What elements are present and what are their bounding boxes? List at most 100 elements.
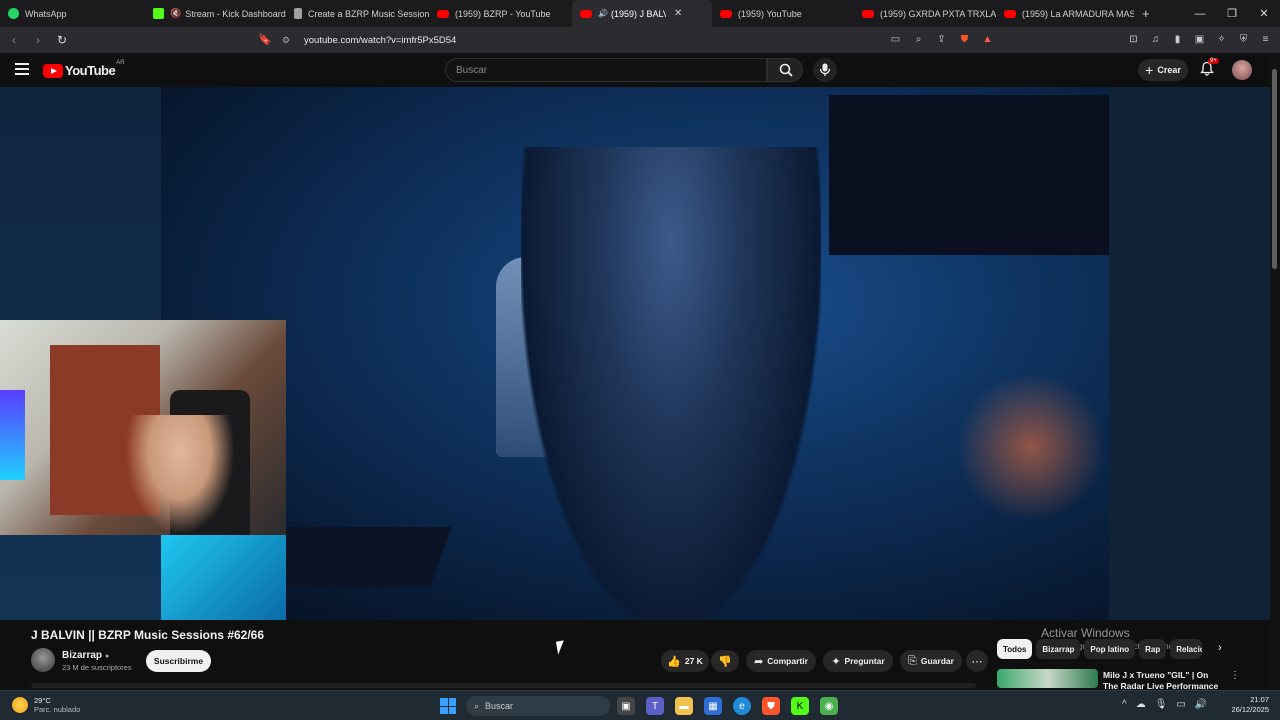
chip-pop-latino[interactable]: Pop latino [1084,639,1136,659]
minimize-icon[interactable]: — [1184,8,1216,20]
forward-icon[interactable]: › [28,33,48,47]
dislike-button[interactable]: 👎 [711,650,739,672]
tab-whatsapp[interactable]: WhatsApp [0,0,145,27]
tab-create-bzrp[interactable]: Create a BZRP Music Sessions [286,0,429,27]
recommendation-title[interactable]: Milo J x Trueno "GIL" | On The Radar Liv… [1103,670,1223,689]
tab-bzrp-youtube[interactable]: (1959) BZRP - YouTube [429,0,572,27]
country-code: AR [116,60,125,66]
sidebar-icon[interactable]: ▮ [1171,33,1184,46]
site-info-icon[interactable]: ⚙ [282,35,294,46]
vpn-icon[interactable]: ⛨ [1237,33,1250,46]
taskbar-search[interactable]: ⌕ Buscar [466,696,610,716]
search-icon [779,63,793,77]
tab-armadura[interactable]: (1959) La ARMADURA MAS RA [996,0,1134,27]
volume-icon[interactable]: 🔊 [1195,699,1207,710]
microphone-icon [819,63,831,76]
tab-jbalvin-active[interactable]: 🔊 (1959) J BALVIN || BZRP ✕ [572,0,712,27]
restore-icon[interactable]: ❐ [1216,7,1248,20]
menu-icon[interactable]: ≡ [1259,33,1272,46]
account-avatar[interactable] [1232,60,1252,80]
youtube-icon [437,9,449,18]
weather-widget[interactable]: 29°C Parc. nublado [12,696,80,714]
video-player[interactable] [0,87,1270,620]
lamp-glow [961,367,1101,527]
recommendation-more-icon[interactable]: ⋮ [1230,670,1240,681]
background-monitor [829,95,1109,255]
more-actions-button[interactable]: ⋯ [966,650,988,672]
subscribe-button[interactable]: Suscribirme [146,650,211,672]
share-icon[interactable]: ⇪ [935,33,948,46]
share-arrow-icon: ➦ [754,655,764,668]
network-icon[interactable]: ▭ [1176,699,1185,710]
like-button[interactable]: 👍 27 K [661,650,709,672]
search-input[interactable]: Buscar [445,58,767,82]
recommendation-chips: Todos Bizarrap Pop latino Rap Relacionad… [997,639,1203,659]
url-text: youtube.com/watch?v=imfr5Px5D54 [304,34,457,46]
save-label: Guardar [920,656,954,666]
video-frame[interactable] [161,87,1109,620]
cast-icon[interactable]: ▭ [889,33,902,46]
activation-title: Activar Windows [1041,626,1130,640]
browser-tab-bar: WhatsApp 🔇 Stream - Kick Dashboard Creat… [0,0,1280,27]
channel-name-row[interactable]: Bizarrap ● [62,650,109,661]
wallet-icon[interactable]: ▣ [1193,33,1206,46]
description-box[interactable] [31,683,976,688]
create-button[interactable]: + Crear [1138,59,1188,81]
mic-tray-icon[interactable]: 🎙 [1155,699,1168,710]
windows-taskbar: 29°C Parc. nublado ⌕ Buscar ▣ T ▬ ▦ e ⛊ … [0,690,1280,720]
close-window-icon[interactable]: ✕ [1248,7,1280,20]
edge-icon[interactable]: e [733,697,751,715]
hamburger-menu-icon[interactable] [15,63,29,75]
brave-shield-icon[interactable]: ⛊ [958,33,971,46]
notifications-button[interactable]: 9+ [1200,58,1219,77]
kick-app-icon[interactable]: K [791,697,809,715]
brave-icon[interactable]: ⛊ [762,697,780,715]
music-icon[interactable]: ♫ [1149,33,1162,46]
chevron-right-icon[interactable]: › [1218,642,1222,654]
tray-chevron-icon[interactable]: ^ [1122,699,1127,710]
teams-icon[interactable]: T [646,697,664,715]
screenshot-icon[interactable]: ⊡ [1127,33,1140,46]
leo-icon[interactable]: ✧ [1215,33,1228,46]
tab-youtube-home[interactable]: (1959) YouTube [712,0,854,27]
reload-icon[interactable]: ↻ [52,33,72,47]
tab-gxrda[interactable]: (1959) GXRDA PXTA TRXLA - Y [854,0,996,27]
tab-label: Create a BZRP Music Sessions [308,8,429,19]
chip-bizarrap[interactable]: Bizarrap [1036,639,1081,659]
back-icon[interactable]: ‹ [4,33,24,47]
address-bar-row: ‹ › ↻ 🔖 ⚙ youtube.com/watch?v=imfr5Px5D5… [0,27,1280,53]
youtube-icon [862,9,874,18]
page-scrollbar[interactable] [1270,53,1280,690]
chip-rap[interactable]: Rap [1139,639,1167,659]
windows-start-icon[interactable] [440,698,456,714]
bookmark-icon[interactable]: 🔖 [258,33,272,46]
window-controls: — ❐ ✕ [1184,0,1280,27]
task-view-icon[interactable]: ▣ [617,697,635,715]
close-tab-icon[interactable]: ✕ [674,8,682,19]
tab-kick-dashboard[interactable]: 🔇 Stream - Kick Dashboard [145,0,286,27]
taskbar-clock[interactable]: 21:07 26/12/2025 [1225,695,1269,715]
brave-rewards-icon[interactable]: ▲ [981,33,994,46]
search-button[interactable] [767,58,803,82]
new-tab-button[interactable]: + [1134,6,1158,21]
chip-relacionados[interactable]: Relacionados [1170,639,1203,659]
file-explorer-icon[interactable]: ▬ [675,697,693,715]
android-app-icon[interactable]: ◉ [820,697,838,715]
voice-search-button[interactable] [813,58,837,82]
channel-avatar[interactable] [31,648,55,672]
share-label: Compartir [767,656,808,666]
store-icon[interactable]: ▦ [704,697,722,715]
youtube-logo[interactable]: YouTube AR [43,60,125,78]
recommendation-thumbnail[interactable] [997,669,1098,688]
bookmark-save-icon: ⎘ [908,654,917,667]
verified-icon: ● [105,653,110,660]
ask-button[interactable]: ✦ Preguntar [823,650,893,672]
zoom-icon[interactable]: ⌕ [912,33,925,46]
extension-icons: ⊡ ♫ ▮ ▣ ✧ ⛨ ≡ [1127,33,1272,46]
chip-todos[interactable]: Todos [997,639,1033,659]
channel-name[interactable]: Bizarrap [62,650,102,661]
share-button[interactable]: ➦ Compartir [746,650,816,672]
tab-label: (1959) J BALVIN || BZRP [610,8,666,19]
onedrive-icon[interactable]: ☁ [1136,699,1146,710]
save-button[interactable]: ⎘ Guardar [900,650,962,672]
